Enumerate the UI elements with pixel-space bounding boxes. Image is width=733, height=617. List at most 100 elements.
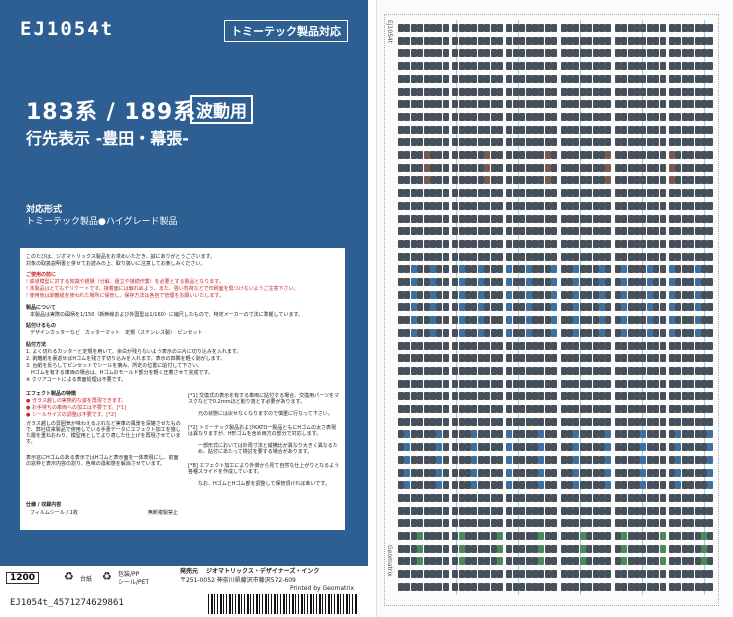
destination-plate (551, 49, 558, 58)
destination-plate (544, 252, 551, 261)
destination-plate (694, 544, 701, 553)
destination-plate (688, 316, 695, 325)
destination-plate (519, 443, 526, 452)
destination-plate (669, 379, 675, 388)
destination-plate (599, 138, 605, 147)
destination-plate (573, 214, 580, 223)
destination-plate (417, 62, 424, 71)
destination-plate (688, 582, 695, 591)
destination-plate (497, 379, 503, 388)
destination-plate (471, 316, 478, 325)
destination-plate (646, 62, 653, 71)
destination-plate (551, 265, 558, 274)
destination-plate (458, 354, 465, 363)
destination-plate (538, 87, 545, 96)
destination-plate (551, 151, 558, 159)
destination-plate (471, 62, 478, 71)
destination-plate (532, 112, 538, 121)
destination-plate (669, 176, 675, 185)
destination-plate (423, 100, 430, 109)
destination-plate (560, 455, 567, 464)
destination-plate (490, 163, 497, 172)
destination-plate (519, 532, 526, 540)
destination-plate (627, 227, 634, 236)
destination-plate (675, 239, 682, 248)
destination-plate (471, 49, 478, 58)
destination-plate (634, 214, 640, 223)
destination-plate (452, 278, 459, 286)
destination-plate (659, 443, 666, 452)
destination-plate (398, 227, 404, 236)
destination-plate (579, 557, 586, 566)
destination-plate (605, 417, 612, 426)
destination-plate (436, 379, 443, 388)
destination-plate (567, 100, 573, 109)
destination-plate (398, 303, 404, 312)
destination-plate (471, 557, 478, 566)
destination-plate (551, 24, 558, 32)
destination-plate (442, 62, 449, 71)
destination-plate (442, 290, 449, 299)
destination-plate (417, 468, 424, 477)
destination-plate (465, 455, 471, 464)
destination-plate (506, 468, 513, 477)
destination-plate (640, 532, 647, 540)
destination-plate (490, 417, 497, 426)
destination-plate (621, 189, 628, 198)
destination-plate (640, 100, 647, 109)
destination-plate (452, 74, 459, 83)
destination-plate (573, 87, 580, 96)
destination-plate (627, 125, 634, 134)
destination-plate (653, 316, 660, 325)
destination-plate (497, 214, 503, 223)
destination-plate (423, 214, 430, 223)
destination-plate (519, 163, 526, 172)
destination-plate (458, 87, 465, 96)
destination-plate (567, 328, 573, 337)
destination-plate (465, 290, 471, 299)
destination-plate (417, 252, 424, 261)
destination-plate (436, 74, 443, 83)
destination-plate (614, 544, 621, 553)
destination-plate (398, 201, 404, 210)
destination-plate (458, 570, 465, 579)
destination-plate (646, 303, 653, 312)
destination-plate (614, 100, 621, 109)
destination-plate (436, 493, 443, 502)
destination-plate (471, 481, 478, 490)
destination-plate (442, 328, 449, 337)
destination-plate (567, 570, 573, 579)
destination-plate (398, 36, 404, 45)
destination-plate (398, 87, 404, 96)
destination-plate (579, 341, 586, 350)
destination-plate (465, 354, 471, 363)
destination-plate (621, 468, 628, 477)
destination-plate (551, 189, 558, 198)
destination-plate (592, 392, 599, 401)
destination-plate (512, 379, 519, 388)
destination-plate (436, 125, 443, 134)
destination-plate (627, 468, 634, 477)
destination-plate (430, 519, 436, 528)
destination-plate (525, 455, 532, 464)
destination-plate (417, 405, 424, 413)
destination-plate (484, 519, 491, 528)
destination-plate (669, 303, 675, 312)
destination-plate (573, 582, 580, 591)
destination-plate (694, 341, 701, 350)
destination-plate (707, 392, 714, 401)
destination-plate (560, 519, 567, 528)
destination-plate (707, 443, 714, 452)
destination-plate (532, 163, 538, 172)
destination-plate (621, 265, 628, 274)
destination-plate (544, 430, 551, 439)
destination-plate (694, 468, 701, 477)
destination-plate (398, 366, 404, 375)
destination-plate (436, 176, 443, 185)
destination-plate (653, 87, 660, 96)
destination-plate (567, 252, 573, 261)
destination-plate (573, 74, 580, 83)
destination-plate (544, 74, 551, 83)
destination-plate (560, 252, 567, 261)
destination-plate (519, 227, 526, 236)
